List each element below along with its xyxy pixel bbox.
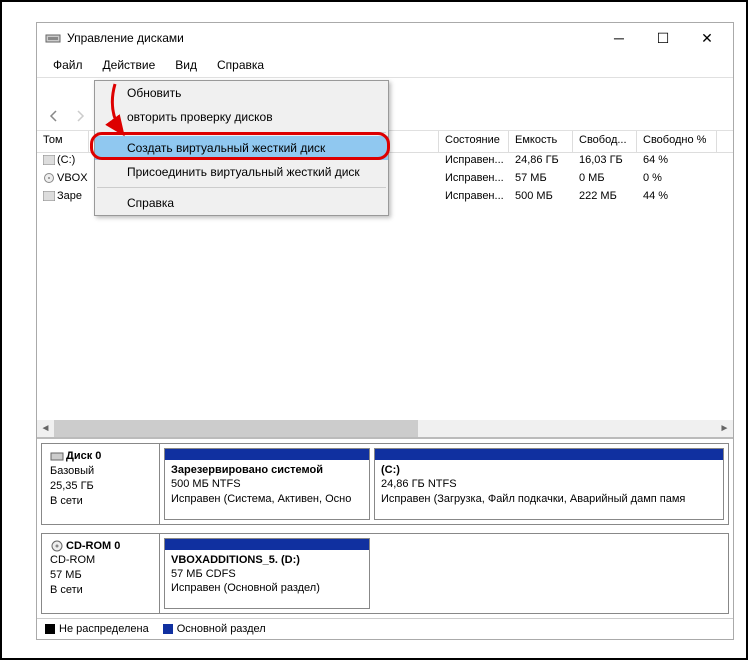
disk-row: CD-ROM 0 CD-ROM 57 МБ В сети VBOXADDITIO…	[41, 533, 729, 615]
app-icon	[45, 30, 61, 46]
horizontal-scrollbar[interactable]: ◄ ►	[37, 420, 733, 437]
back-button[interactable]	[43, 105, 65, 127]
scroll-right-button[interactable]: ►	[716, 420, 733, 437]
partition-bar	[165, 539, 369, 550]
menu-separator	[97, 187, 386, 188]
col-state[interactable]: Состояние	[439, 131, 509, 152]
menu-item-help[interactable]: Справка	[95, 191, 388, 215]
scroll-thumb[interactable]	[54, 420, 418, 437]
col-capacity[interactable]: Емкость	[509, 131, 573, 152]
legend-swatch-primary	[163, 624, 173, 634]
menu-item-refresh[interactable]: Обновить	[95, 81, 388, 105]
maximize-button[interactable]: ☐	[641, 24, 685, 52]
partition[interactable]: Зарезервировано системой500 МБ NTFSИспра…	[164, 448, 370, 520]
menu-view[interactable]: Вид	[165, 55, 207, 75]
close-button[interactable]: ✕	[685, 24, 729, 52]
scroll-left-button[interactable]: ◄	[37, 420, 54, 437]
menu-item-rescan[interactable]: овторить проверку дисков	[95, 105, 388, 129]
legend: Не распределена Основной раздел	[37, 618, 733, 639]
cdrom-icon	[50, 540, 64, 552]
menu-item-create-vhd[interactable]: Создать виртуальный жесткий диск	[95, 136, 388, 160]
volume-icon	[43, 191, 55, 201]
titlebar: Управление дисками ─ ☐ ✕	[37, 23, 733, 53]
col-free[interactable]: Свобод...	[573, 131, 637, 152]
disk-layout-pane: Диск 0 Базовый 25,35 ГБ В сети Зарезерви…	[37, 437, 733, 639]
legend-swatch-unallocated	[45, 624, 55, 634]
partition-bar	[375, 449, 723, 460]
forward-button[interactable]	[69, 105, 91, 127]
disk-icon	[50, 450, 64, 462]
menu-file[interactable]: Файл	[43, 55, 93, 75]
menubar: Файл Действие Вид Справка	[37, 53, 733, 78]
partition[interactable]: VBOXADDITIONS_5. (D:)57 МБ CDFSИсправен …	[164, 538, 370, 610]
menu-separator	[97, 132, 386, 133]
window-title: Управление дисками	[67, 31, 597, 45]
minimize-button[interactable]: ─	[597, 24, 641, 52]
disk-info: CD-ROM 0 CD-ROM 57 МБ В сети	[42, 534, 160, 614]
partition-bar	[165, 449, 369, 460]
col-volume[interactable]: Том	[37, 131, 89, 152]
menu-action[interactable]: Действие	[93, 55, 166, 75]
disk-row: Диск 0 Базовый 25,35 ГБ В сети Зарезерви…	[41, 443, 729, 525]
partition[interactable]: (C:)24,86 ГБ NTFSИсправен (Загрузка, Фай…	[374, 448, 724, 520]
action-menu-dropdown: Обновить овторить проверку дисков Создат…	[94, 80, 389, 216]
disk-info: Диск 0 Базовый 25,35 ГБ В сети	[42, 444, 160, 524]
col-pct[interactable]: Свободно %	[637, 131, 717, 152]
volume-icon	[43, 155, 55, 165]
menu-help[interactable]: Справка	[207, 55, 274, 75]
menu-item-attach-vhd[interactable]: Присоединить виртуальный жесткий диск	[95, 160, 388, 184]
cd-icon	[43, 173, 55, 183]
